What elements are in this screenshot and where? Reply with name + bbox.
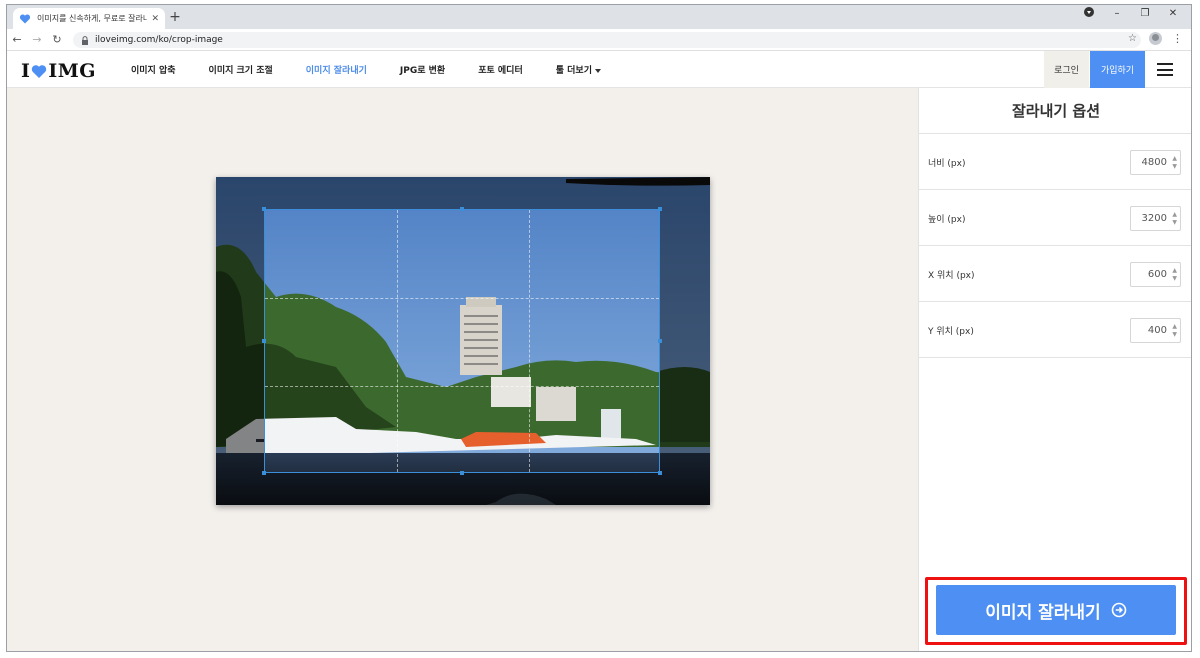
crop-handle-bottom-right[interactable] (658, 471, 662, 475)
caret-down-icon (595, 68, 601, 73)
stepper-arrows-icon[interactable]: ▲ ▼ (1172, 155, 1177, 171)
profile-dropdown-icon (1084, 7, 1094, 17)
option-y-position: Y 위치 (px) 400 ▲ ▼ (919, 302, 1191, 358)
login-button[interactable]: 로그인 (1044, 51, 1089, 88)
option-width: 너비 (px) 4800 ▲ ▼ (919, 134, 1191, 190)
crop-handle-top[interactable] (460, 207, 464, 211)
height-value: 3200 (1141, 213, 1167, 224)
profile-menu-button[interactable] (1075, 7, 1103, 20)
y-position-input[interactable]: 400 ▲ ▼ (1130, 318, 1181, 343)
browser-tab[interactable]: 이미지를 신속하게, 무료로 잘라내기 ✕ (13, 8, 165, 29)
sidebar-title: 잘라내기 옵션 (919, 88, 1191, 134)
crop-grid-line (397, 210, 398, 472)
window-controls: – ❐ ✕ (1075, 7, 1187, 20)
image-preview (216, 177, 710, 505)
width-value: 4800 (1141, 157, 1167, 168)
nav-more-tools[interactable]: 툴 더보기 (556, 63, 601, 76)
restore-button[interactable]: ❐ (1131, 8, 1159, 19)
width-input[interactable]: 4800 ▲ ▼ (1130, 150, 1181, 175)
kebab-menu-icon[interactable]: ⋮ (1172, 32, 1183, 45)
crop-handle-top-left[interactable] (262, 207, 266, 211)
x-position-value: 600 (1147, 269, 1167, 280)
option-label: 높이 (px) (928, 215, 966, 225)
crop-handle-bottom-left[interactable] (262, 471, 266, 475)
reload-icon[interactable]: ↻ (47, 33, 67, 46)
browser-window: 이미지를 신속하게, 무료로 잘라내기 ✕ + – ❐ ✕ ← → ↻ ilov… (6, 4, 1192, 652)
main-nav: 이미지 압축 이미지 크기 조절 이미지 잘라내기 JPG로 변환 포토 에디터… (131, 51, 634, 88)
tab-close-icon[interactable]: ✕ (151, 14, 159, 24)
nav-compress-image[interactable]: 이미지 압축 (131, 63, 176, 76)
crop-options-sidebar: 잘라내기 옵션 너비 (px) 4800 ▲ ▼ 높이 (px) 3200 ▲ ▼ … (918, 88, 1191, 651)
bookmark-star-icon[interactable]: ☆ (1128, 33, 1137, 44)
logo-letters-img: IMG (48, 60, 97, 82)
browser-toolbar: ← → ↻ iloveimg.com/ko/crop-image ☆ ⋮ (7, 29, 1191, 51)
logo-letter-i: I (21, 60, 31, 82)
stepper-arrows-icon[interactable]: ▲ ▼ (1172, 211, 1177, 227)
option-height: 높이 (px) 3200 ▲ ▼ (919, 190, 1191, 246)
crop-image-button[interactable]: 이미지 잘라내기 (936, 585, 1176, 635)
close-window-button[interactable]: ✕ (1159, 8, 1187, 19)
nav-resize-image[interactable]: 이미지 크기 조절 (209, 63, 273, 76)
crop-button-highlight: 이미지 잘라내기 (925, 577, 1187, 645)
nav-convert-to-jpg[interactable]: JPG로 변환 (400, 63, 445, 76)
crop-handle-left[interactable] (262, 339, 266, 343)
y-position-value: 400 (1147, 325, 1167, 336)
crop-handle-right[interactable] (658, 339, 662, 343)
heart-favicon-icon (19, 13, 31, 23)
heart-icon (32, 64, 47, 78)
crop-button-label: 이미지 잘라내기 (985, 602, 1101, 623)
stepper-arrows-icon[interactable]: ▲ ▼ (1172, 323, 1177, 339)
x-position-input[interactable]: 600 ▲ ▼ (1130, 262, 1181, 287)
crop-handle-top-right[interactable] (658, 207, 662, 211)
crop-grid-line (265, 298, 659, 299)
lock-icon (82, 35, 88, 45)
arrow-right-circle-icon (1111, 602, 1127, 618)
option-label: X 위치 (px) (928, 271, 975, 281)
back-arrow-icon[interactable]: ← (7, 33, 27, 46)
crop-workspace (7, 88, 918, 651)
option-x-position: X 위치 (px) 600 ▲ ▼ (919, 246, 1191, 302)
height-input[interactable]: 3200 ▲ ▼ (1130, 206, 1181, 231)
hamburger-menu-icon[interactable] (1157, 63, 1173, 76)
nav-more-tools-label: 툴 더보기 (555, 66, 592, 76)
iloveimg-logo[interactable]: I IMG (21, 60, 96, 82)
signup-button[interactable]: 가입하기 (1090, 51, 1145, 88)
nav-photo-editor[interactable]: 포토 에디터 (478, 63, 523, 76)
crop-grid-line (529, 210, 530, 472)
crop-handle-bottom[interactable] (460, 471, 464, 475)
tab-title: 이미지를 신속하게, 무료로 잘라내기 (37, 14, 148, 23)
crop-box-photo (265, 210, 659, 472)
avatar[interactable] (1149, 32, 1162, 45)
new-tab-button[interactable]: + (167, 9, 183, 25)
site-header: I IMG 이미지 압축 이미지 크기 조절 이미지 잘라내기 JPG로 변환 … (7, 51, 1191, 88)
minimize-button[interactable]: – (1103, 8, 1131, 19)
option-label: Y 위치 (px) (928, 327, 974, 337)
crop-selection-box[interactable] (264, 209, 660, 473)
forward-arrow-icon[interactable]: → (27, 33, 47, 46)
url-text: iloveimg.com/ko/crop-image (95, 35, 223, 45)
nav-crop-image[interactable]: 이미지 잘라내기 (306, 63, 367, 76)
crop-grid-line (265, 386, 659, 387)
stepper-arrows-icon[interactable]: ▲ ▼ (1172, 267, 1177, 283)
option-label: 너비 (px) (928, 159, 966, 169)
address-bar[interactable]: iloveimg.com/ko/crop-image ☆ (73, 32, 1141, 48)
tab-strip: 이미지를 신속하게, 무료로 잘라내기 ✕ + – ❐ ✕ (7, 5, 1191, 29)
